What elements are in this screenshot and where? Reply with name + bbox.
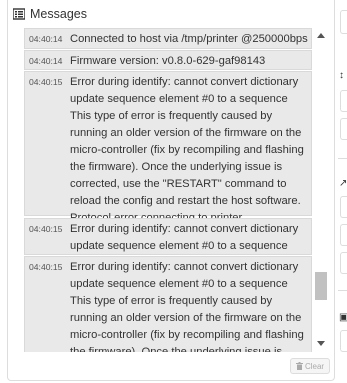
scroll-down-icon[interactable] — [317, 341, 325, 346]
log-timestamp: 04:40:15 — [29, 262, 63, 272]
adjacent-control[interactable] — [340, 330, 347, 352]
log-message: Connected to host via /tmp/printer @2500… — [70, 33, 308, 45]
messages-header: Messages — [13, 6, 87, 22]
log-timestamp: 04:40:14 — [29, 56, 63, 66]
log-entry: 04:40:15 Error during identify: cannot c… — [24, 71, 312, 224]
log-message: Error during identify: cannot convert di… — [70, 76, 304, 224]
log-entry: 04:40:15 Error during identify: cannot c… — [24, 256, 312, 352]
adjacent-icon: ▣ — [339, 312, 347, 323]
adjacent-control[interactable] — [340, 224, 347, 246]
divider — [338, 290, 347, 291]
clear-button-label: Clear — [304, 361, 325, 371]
adjacent-control[interactable] — [340, 252, 347, 274]
log-message: Error during identify: cannot convert di… — [70, 261, 304, 352]
message-log[interactable]: 04:40:14 Connected to host via /tmp/prin… — [24, 28, 313, 352]
divider — [338, 158, 347, 159]
log-message: Firmware version: v0.8.0-629-gaf98143 — [70, 55, 266, 67]
list-icon — [13, 8, 25, 20]
trash-icon — [295, 362, 303, 370]
scrollbar-thumb[interactable] — [315, 272, 327, 300]
log-timestamp: 04:40:14 — [29, 34, 63, 44]
log-timestamp: 04:40:15 — [29, 224, 63, 234]
log-timestamp: 04:40:15 — [29, 77, 63, 87]
log-entry: 04:40:14 Firmware version: v0.8.0-629-ga… — [24, 50, 312, 70]
log-message: Error during identify: cannot convert di… — [70, 223, 299, 252]
clear-button[interactable]: Clear — [290, 358, 330, 374]
log-scrollbar[interactable] — [313, 28, 329, 352]
adjacent-control[interactable] — [340, 196, 347, 218]
log-entry: 04:40:14 Connected to host via /tmp/prin… — [24, 28, 312, 49]
adjacent-icon: ↗ — [339, 178, 347, 189]
adjacent-icon: ↕ — [339, 70, 344, 81]
scroll-up-icon[interactable] — [317, 33, 325, 38]
messages-title: Messages — [30, 7, 87, 21]
adjacent-control[interactable] — [340, 118, 347, 140]
adjacent-panel-edge: ↕ ↗ ▣ — [338, 0, 347, 383]
adjacent-control[interactable] — [340, 90, 347, 112]
adjacent-control[interactable] — [340, 10, 347, 34]
log-entry: 04:40:15 Error during identify: cannot c… — [24, 218, 312, 255]
